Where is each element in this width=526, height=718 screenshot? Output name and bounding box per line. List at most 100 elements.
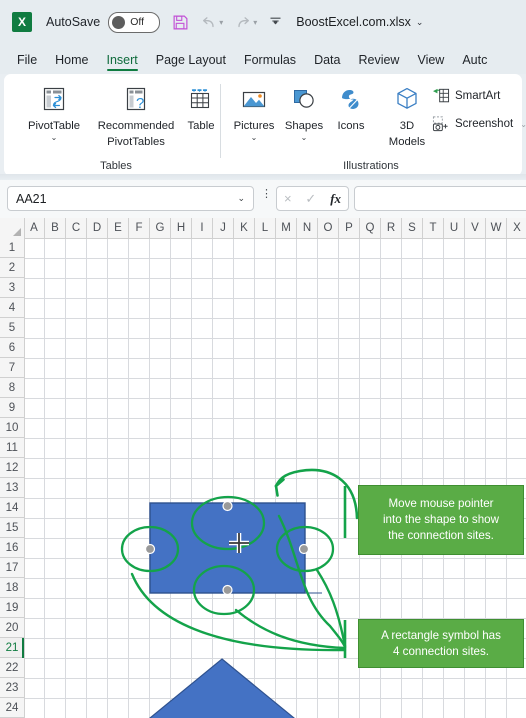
ribbon-group-illustrations: Pictures ⌄ Shapes ⌄ Icons 3D Models Smar…	[224, 74, 526, 176]
callout-move-pointer[interactable]: Move mouse pointer into the shape to sho…	[358, 485, 524, 555]
callout-move-pointer-line3: the connection sites.	[388, 529, 494, 542]
column-header-R[interactable]: R	[381, 218, 402, 238]
name-box-caret-icon[interactable]: ⌄	[237, 193, 245, 204]
row-header-13[interactable]: 13	[0, 478, 24, 498]
column-header-U[interactable]: U	[444, 218, 465, 238]
row-header-11[interactable]: 11	[0, 438, 24, 458]
row-header-9[interactable]: 9	[0, 398, 24, 418]
row-header-19[interactable]: 19	[0, 598, 24, 618]
cancel-formula-button[interactable]: ×	[284, 191, 292, 206]
column-header-X[interactable]: X	[507, 218, 526, 238]
column-header-L[interactable]: L	[255, 218, 276, 238]
screenshot-icon	[432, 116, 448, 132]
row-header-10[interactable]: 10	[0, 418, 24, 438]
smartart-button[interactable]: SmartArt	[432, 88, 500, 104]
tab-review[interactable]: Review	[349, 50, 408, 74]
pictures-label: Pictures	[233, 120, 275, 132]
shapes-caret-icon[interactable]: ⌄	[301, 133, 308, 142]
column-header-H[interactable]: H	[171, 218, 192, 238]
row-header-7[interactable]: 7	[0, 358, 24, 378]
pictures-button[interactable]: Pictures ⌄	[226, 81, 282, 142]
table-button[interactable]: Table	[178, 81, 224, 133]
tab-insert[interactable]: Insert	[98, 50, 147, 74]
tab-home[interactable]: Home	[46, 50, 97, 74]
row-header-5[interactable]: 5	[0, 318, 24, 338]
row-header-15[interactable]: 15	[0, 518, 24, 538]
insert-function-button[interactable]: fx	[330, 191, 341, 207]
row-header-8[interactable]: 8	[0, 378, 24, 398]
undo-dropdown-caret-icon[interactable]: ▾	[219, 18, 223, 27]
column-header-I[interactable]: I	[192, 218, 213, 238]
screenshot-caret-icon[interactable]: ⌄	[520, 120, 526, 129]
redo-button[interactable]: ▾	[235, 14, 257, 30]
formula-input[interactable]	[354, 186, 526, 211]
row-header-1[interactable]: 1	[0, 238, 24, 258]
row-header-4[interactable]: 4	[0, 298, 24, 318]
row-header-12[interactable]: 12	[0, 458, 24, 478]
3d-models-label-line1: 3D	[399, 120, 415, 132]
tab-data[interactable]: Data	[305, 50, 349, 74]
tab-view[interactable]: View	[408, 50, 453, 74]
tab-page-layout[interactable]: Page Layout	[147, 50, 235, 74]
redo-dropdown-caret-icon[interactable]: ▾	[253, 18, 257, 27]
tab-formulas[interactable]: Formulas	[235, 50, 305, 74]
column-header-O[interactable]: O	[318, 218, 339, 238]
pivot-table-button[interactable]: PivotTable ⌄	[18, 81, 90, 142]
row-header-24[interactable]: 24	[0, 698, 24, 718]
column-header-F[interactable]: F	[129, 218, 150, 238]
row-header-14[interactable]: 14	[0, 498, 24, 518]
column-header-K[interactable]: K	[234, 218, 255, 238]
pictures-caret-icon[interactable]: ⌄	[251, 133, 258, 142]
confirm-formula-button[interactable]: ✓	[305, 191, 316, 207]
column-header-G[interactable]: G	[150, 218, 171, 238]
shapes-button[interactable]: Shapes ⌄	[278, 81, 330, 142]
row-header-18[interactable]: 18	[0, 578, 24, 598]
column-header-B[interactable]: B	[45, 218, 66, 238]
tab-file[interactable]: File	[8, 50, 46, 74]
row-header-3[interactable]: 3	[0, 278, 24, 298]
undo-button[interactable]: ▾	[201, 14, 223, 30]
autosave-state-label: Off	[130, 16, 145, 28]
recommended-pivot-tables-button[interactable]: ? Recommended PivotTables	[84, 81, 188, 149]
row-header-22[interactable]: 22	[0, 658, 24, 678]
column-header-D[interactable]: D	[87, 218, 108, 238]
ribbon-group-tables: PivotTable ⌄ ? Recommended PivotTables T…	[12, 74, 220, 176]
pivot-table-caret-icon[interactable]: ⌄	[51, 133, 58, 142]
column-header-J[interactable]: J	[213, 218, 234, 238]
quick-access-toolbar-more-button[interactable]	[269, 14, 282, 30]
column-header-V[interactable]: V	[465, 218, 486, 238]
tab-automate[interactable]: Autc	[453, 50, 496, 74]
3d-models-button[interactable]: 3D Models	[376, 81, 438, 149]
column-header-C[interactable]: C	[66, 218, 87, 238]
row-header-23[interactable]: 23	[0, 678, 24, 698]
column-header-E[interactable]: E	[108, 218, 129, 238]
column-header-A[interactable]: A	[24, 218, 45, 238]
column-header-T[interactable]: T	[423, 218, 444, 238]
callout-rectangle-sites[interactable]: A rectangle symbol has 4 connection site…	[358, 619, 524, 668]
name-box-more-button[interactable]: ⋮	[261, 189, 272, 200]
column-header-M[interactable]: M	[276, 218, 297, 238]
document-name-button[interactable]: BoostExcel.com.xlsx ⌄	[296, 15, 423, 29]
column-header-W[interactable]: W	[486, 218, 507, 238]
column-header-Q[interactable]: Q	[360, 218, 381, 238]
row-header-16[interactable]: 16	[0, 538, 24, 558]
row-header-2[interactable]: 2	[0, 258, 24, 278]
worksheet-grid: ABCDEFGHIJKLMNOPQRSTUVWX 1 2 3 4 5 6 7 8 9 10 11 12…	[0, 218, 526, 718]
row-header-20[interactable]: 20	[0, 618, 24, 638]
callout-rectangle-sites-line1: A rectangle symbol has	[381, 628, 501, 642]
row-header-21[interactable]: 21	[0, 638, 24, 658]
row-header-6[interactable]: 6	[0, 338, 24, 358]
document-name-caret-icon[interactable]: ⌄	[416, 17, 424, 28]
callout-move-pointer-line1: Move mouse pointer	[388, 497, 494, 510]
screenshot-button[interactable]: Screenshot ⌄	[432, 116, 526, 132]
column-header-N[interactable]: N	[297, 218, 318, 238]
column-header-P[interactable]: P	[339, 218, 360, 238]
icons-button[interactable]: Icons	[328, 81, 374, 133]
column-header-S[interactable]: S	[402, 218, 423, 238]
select-all-corner-icon[interactable]	[0, 218, 25, 238]
ribbon-tab-bar: File Home Insert Page Layout Formulas Da…	[0, 44, 526, 74]
name-box[interactable]: AA21 ⌄	[7, 186, 254, 211]
autosave-toggle[interactable]: Off	[108, 11, 161, 33]
save-button[interactable]	[172, 14, 189, 31]
row-header-17[interactable]: 17	[0, 558, 24, 578]
